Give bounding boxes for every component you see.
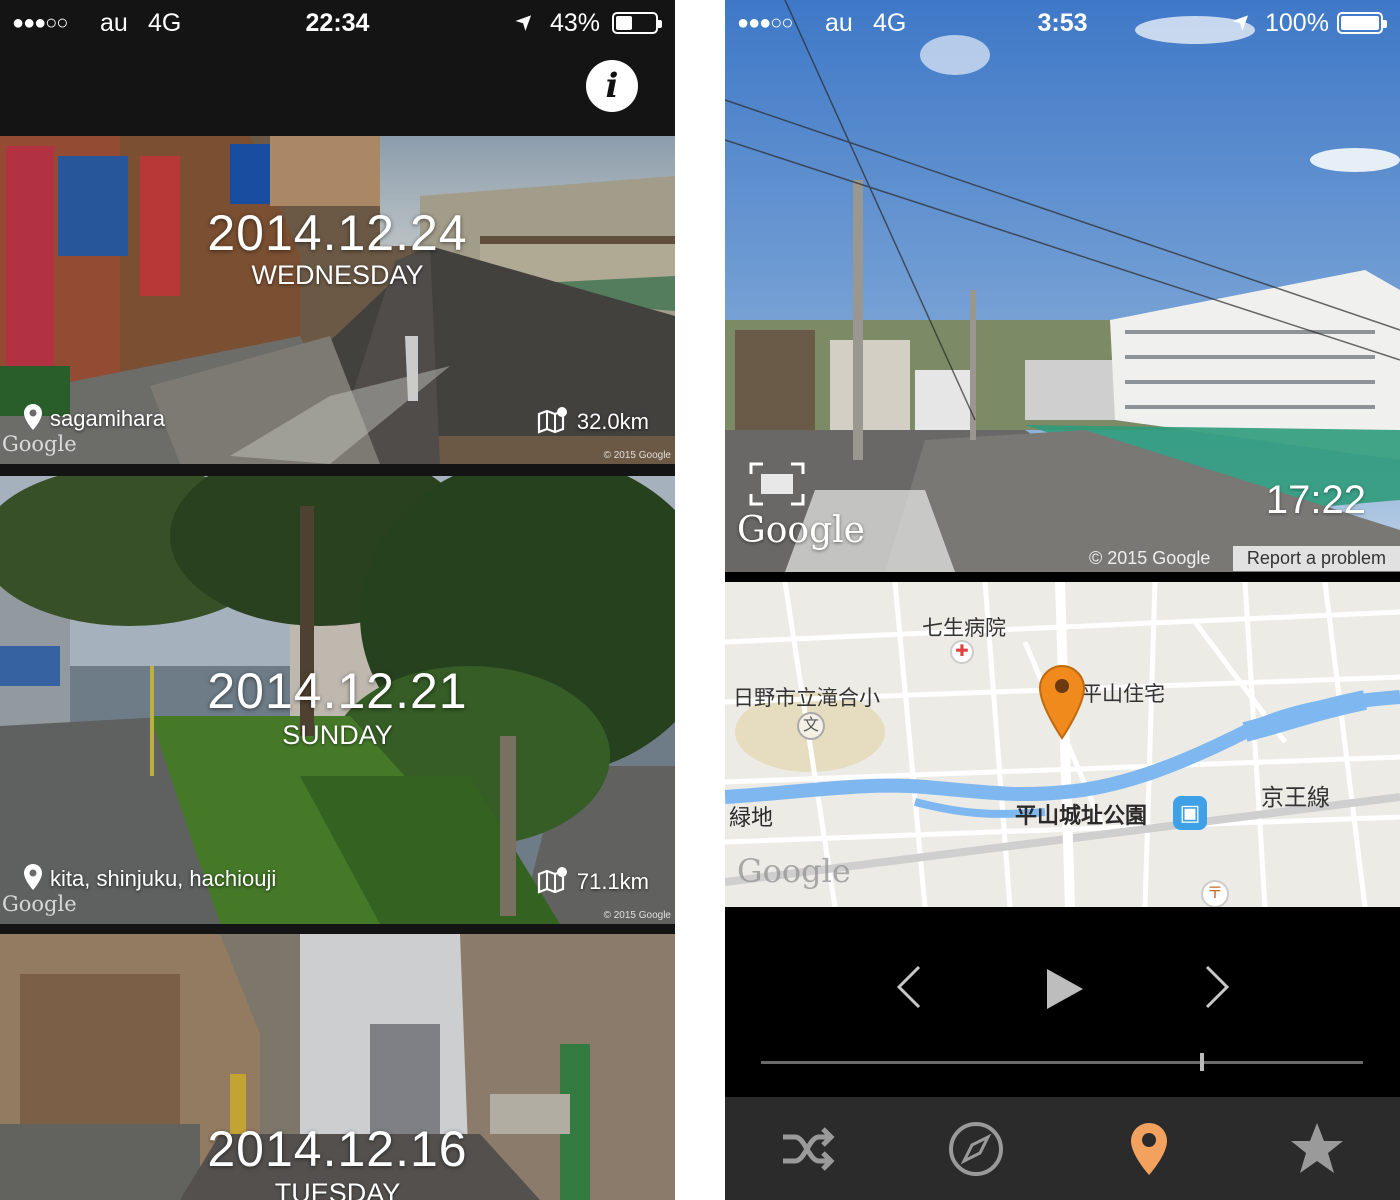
map-icon xyxy=(537,867,567,894)
phone-right-screen: 17:22 Google © 2015 Google Report a prob… xyxy=(725,0,1400,1200)
progress-track[interactable] xyxy=(761,1061,1363,1064)
street-view-time: 17:22 xyxy=(1265,478,1366,522)
battery-icon xyxy=(612,12,662,34)
location-pin-icon xyxy=(24,404,42,430)
card-weekday: SUNDAY xyxy=(282,720,393,750)
history-card[interactable]: 2014.12.24 WEDNESDAY sagamihara 32.0km G… xyxy=(0,136,675,464)
google-watermark: Google xyxy=(737,510,865,551)
map-label-school: 日野市立滝合小 xyxy=(733,686,880,710)
app-header: i xyxy=(0,46,675,136)
battery-icon xyxy=(1337,12,1387,34)
history-card[interactable]: 2014.12.21 SUNDAY kita, shinjuku, hachio… xyxy=(0,476,675,924)
phone-left-screen: ●●●○○ au 4G 22:34 ➤ 43% i 2014.12.24 WED… xyxy=(0,0,675,1200)
map-label-station: 平山城址公園 xyxy=(1015,804,1148,829)
post-office-icon: 〒 xyxy=(1201,880,1229,907)
play-icon[interactable] xyxy=(1043,965,1087,1013)
location-pin-icon[interactable] xyxy=(1119,1119,1179,1179)
card-location-label: kita, shinjuku, hachiouji xyxy=(50,866,277,891)
map-marker-pin-icon[interactable] xyxy=(1038,664,1086,740)
report-problem-link[interactable]: Report a problem xyxy=(1232,546,1400,571)
card-location-label: sagamihara xyxy=(50,406,165,431)
train-station-icon: ▣ xyxy=(1173,796,1207,830)
hospital-icon: ✚ xyxy=(950,640,974,664)
status-bar: ●●●○○ au 4G 3:53 ➤ 100% xyxy=(725,0,1400,46)
google-watermark: Google xyxy=(2,892,77,916)
school-icon: 文 xyxy=(797,712,825,740)
chevron-right-icon[interactable] xyxy=(1201,963,1233,1011)
card-date: 2014.12.24 xyxy=(207,205,468,261)
copyright: © 2015 Google xyxy=(1089,548,1211,568)
card-distance: 32.0km xyxy=(537,406,649,435)
compass-icon[interactable] xyxy=(946,1119,1006,1179)
card-weekday: TUESDAY xyxy=(274,1178,401,1200)
google-watermark: Google xyxy=(737,852,851,890)
copyright: © 2015 Google xyxy=(603,910,671,921)
map-view[interactable]: 七生病院 ✚ 日野市立滝合小 文 平山住宅 緑地 平山城址公園 ▣ 京王線 〒 … xyxy=(725,582,1400,907)
map-label-greenspace: 緑地 xyxy=(729,806,774,831)
card-location: sagamihara xyxy=(24,404,165,432)
tab-bar xyxy=(725,1097,1400,1200)
battery-percent: 100% xyxy=(1265,9,1329,37)
status-bar: ●●●○○ au 4G 22:34 ➤ 43% xyxy=(0,0,675,46)
card-distance-label: 32.0km xyxy=(576,409,649,434)
progress-knob[interactable] xyxy=(1200,1053,1204,1071)
card-date: 2014.12.21 xyxy=(207,663,468,719)
info-button[interactable]: i xyxy=(586,60,638,112)
map-icon xyxy=(537,407,567,434)
location-pin-icon xyxy=(24,864,42,890)
card-weekday: WEDNESDAY xyxy=(251,260,424,290)
history-card[interactable]: 2014.12.16 TUESDAY xyxy=(0,934,675,1200)
map-label-railway: 京王線 xyxy=(1261,785,1330,811)
card-date: 2014.12.16 xyxy=(207,1121,468,1177)
card-distance-label: 71.1km xyxy=(576,869,649,894)
street-view-panorama[interactable]: 17:22 Google © 2015 Google Report a prob… xyxy=(725,0,1400,572)
google-watermark: Google xyxy=(2,432,77,456)
map-label-housing: 平山住宅 xyxy=(1081,682,1165,706)
battery-percent: 43% xyxy=(550,9,601,37)
star-icon[interactable] xyxy=(1287,1119,1347,1179)
map-label-hospital: 七生病院 xyxy=(922,616,1006,640)
card-location: kita, shinjuku, hachiouji xyxy=(24,864,276,892)
shuffle-icon[interactable] xyxy=(777,1119,837,1179)
player-controls xyxy=(725,907,1400,1097)
chevron-left-icon[interactable] xyxy=(893,963,925,1011)
copyright: © 2015 Google xyxy=(603,450,671,461)
fullscreen-icon[interactable] xyxy=(749,462,805,506)
card-distance: 71.1km xyxy=(537,866,649,895)
